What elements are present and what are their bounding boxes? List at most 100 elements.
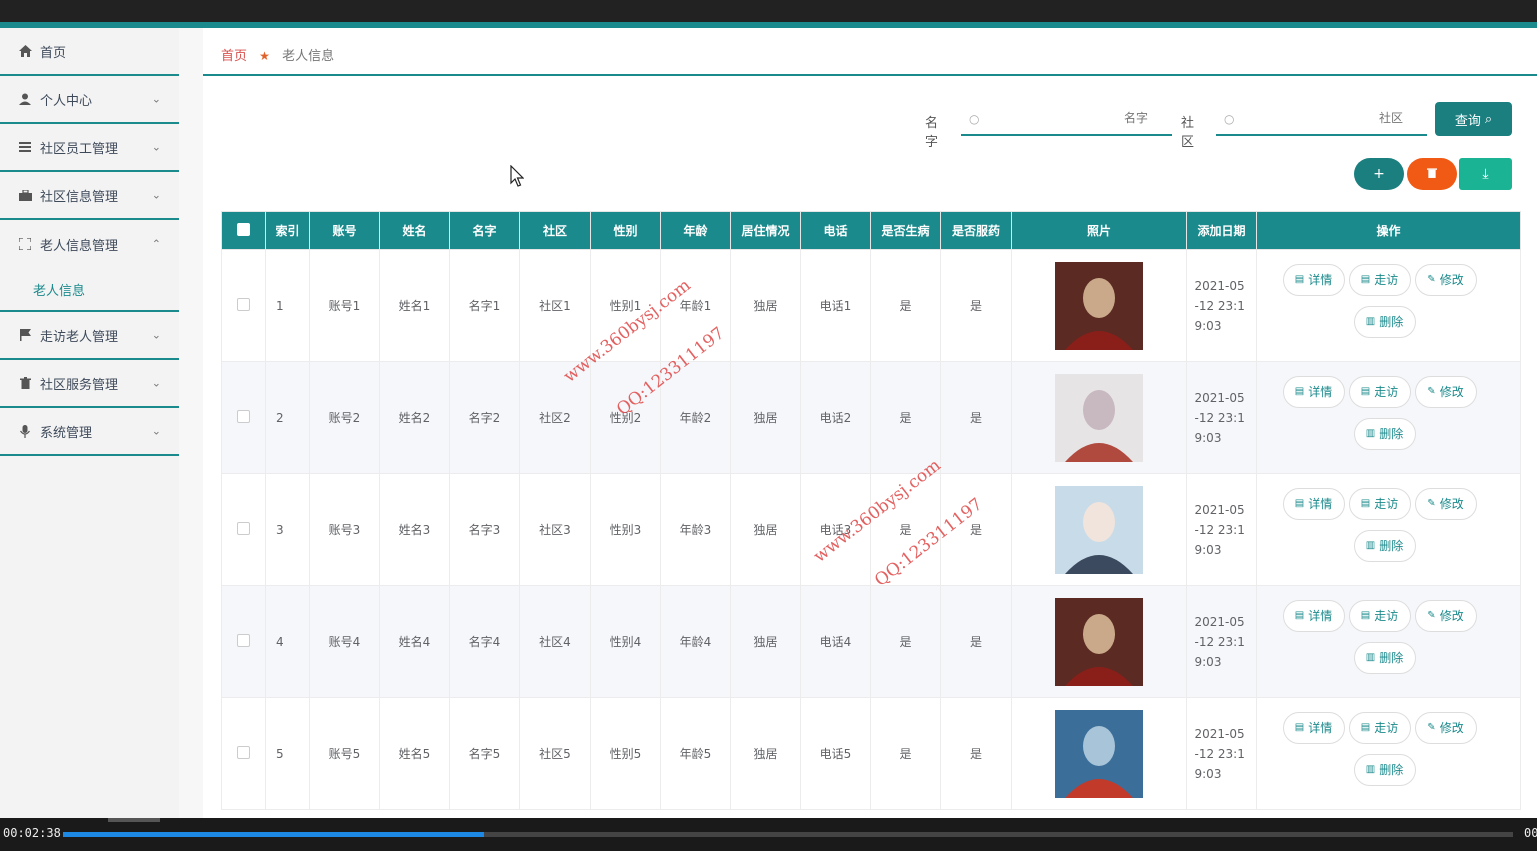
detail-button[interactable]: ▤ 详情 — [1282, 263, 1345, 296]
row-select-cell[interactable] — [221, 361, 266, 474]
table-cell: 3 — [265, 473, 310, 586]
sidebar-item-service-management[interactable]: 社区服务管理 ⌄ — [0, 360, 179, 408]
edit-button[interactable]: ✎ 修改 — [1414, 711, 1477, 744]
breadcrumb-home-link[interactable]: 首页 — [221, 49, 247, 64]
progress-track[interactable] — [63, 832, 1513, 837]
name-search-field[interactable]: ○ — [961, 106, 1172, 136]
detail-button[interactable]: ▤ 详情 — [1282, 711, 1345, 744]
sidebar-item-label: 个人中心 — [40, 93, 93, 109]
row-checkbox[interactable] — [237, 633, 250, 647]
table-cell: 账号5 — [309, 697, 380, 810]
visit-button[interactable]: ▤ 走访 — [1348, 263, 1411, 296]
elder-photo — [1055, 485, 1143, 574]
row-select-cell[interactable] — [221, 585, 266, 698]
elder-photo — [1055, 709, 1143, 798]
content-gutter — [179, 28, 203, 818]
document-icon: ▤ — [1360, 274, 1371, 285]
edit-button[interactable]: ✎ 修改 — [1414, 599, 1477, 632]
batch-delete-button[interactable] — [1407, 158, 1457, 190]
sidebar-item-label: 社区信息管理 — [40, 189, 119, 205]
delete-button[interactable]: ▥ 删除 — [1353, 305, 1416, 338]
sidebar-item-personal-center[interactable]: 个人中心 ⌄ — [0, 76, 179, 124]
sidebar-item-elder-info[interactable]: 老人信息管理 ⌃ — [0, 220, 179, 268]
sidebar-item-community-info[interactable]: 社区信息管理 ⌄ — [0, 172, 179, 220]
add-button[interactable]: + — [1354, 158, 1404, 190]
detail-button[interactable]: ▤ 详情 — [1282, 375, 1345, 408]
date-cell: 2021-05-12 23:19:03 — [1186, 473, 1257, 586]
column-header: 居住情况 — [730, 211, 801, 250]
row-select-cell[interactable] — [221, 697, 266, 810]
visit-button[interactable]: ▤ 走访 — [1348, 711, 1411, 744]
search-icon: ⌕ — [1484, 111, 1493, 127]
table-row: 1 账号1 姓名1 名字1 社区1 性别1 年龄1 独居 电话1 是是 2021-05-12 23:… — [221, 249, 1521, 362]
table-cell: 独居 — [730, 361, 801, 474]
community-search-input[interactable] — [1301, 110, 1405, 126]
name-search-input[interactable] — [1046, 110, 1150, 126]
row-checkbox[interactable] — [237, 521, 250, 535]
date-cell: 2021-05-12 23:19:03 — [1186, 697, 1257, 810]
select-all-cell[interactable] — [221, 211, 266, 250]
table-cell: 是 — [940, 585, 1012, 698]
document-icon: ▤ — [1294, 274, 1305, 285]
row-select-cell[interactable] — [221, 473, 266, 586]
table-cell: 1 — [265, 249, 310, 362]
delete-button-label: 删除 — [1379, 427, 1404, 441]
elder-photo — [1055, 373, 1143, 462]
photo-cell — [1011, 585, 1187, 698]
edit-button[interactable]: ✎ 修改 — [1414, 375, 1477, 408]
visit-button[interactable]: ▤ 走访 — [1348, 487, 1411, 520]
breadcrumb-current: 老人信息 — [282, 49, 335, 64]
sidebar-item-system-management[interactable]: 系统管理 ⌄ — [0, 408, 179, 456]
delete-button[interactable]: ▥ 删除 — [1353, 417, 1416, 450]
row-checkbox[interactable] — [237, 745, 250, 759]
visit-button[interactable]: ▤ 走访 — [1348, 375, 1411, 408]
table-cell: 账号1 — [309, 249, 380, 362]
query-button[interactable]: 查询 ⌕ — [1435, 102, 1512, 136]
sidebar-item-visit-management[interactable]: 走访老人管理 ⌄ — [0, 312, 179, 360]
edit-button[interactable]: ✎ 修改 — [1414, 263, 1477, 296]
sidebar-item-staff-management[interactable]: 社区员工管理 ⌄ — [0, 124, 179, 172]
table-cell: 姓名1 — [379, 249, 450, 362]
row-checkbox[interactable] — [237, 409, 250, 423]
community-search-field[interactable]: ○ — [1216, 106, 1427, 136]
photo-cell — [1011, 249, 1187, 362]
end-time: 00 — [1524, 826, 1537, 840]
table-row: 4 账号4 姓名4 名字4 社区4 性别4 年龄4 独居 电话4 是是 2021-05-12 23:… — [221, 585, 1521, 698]
export-button[interactable]: ⤓ — [1459, 158, 1512, 190]
column-header: 电话 — [800, 211, 871, 250]
sidebar-item-home[interactable]: 首页 — [0, 28, 179, 76]
elder-photo — [1055, 597, 1143, 686]
table-cell: 年龄4 — [660, 585, 731, 698]
table-cell: 4 — [265, 585, 310, 698]
table-header-row: 索引 账号 姓名 名字 社区 性别 年龄 居住情况 电话 是否生病 是否服药 照… — [221, 211, 1521, 250]
column-header: 社区 — [519, 211, 591, 250]
edit-button[interactable]: ✎ 修改 — [1414, 487, 1477, 520]
flag-icon — [18, 328, 32, 342]
sidebar-subitem-elder-info[interactable]: 老人信息 — [0, 268, 179, 312]
row-checkbox[interactable] — [237, 297, 250, 311]
select-all-checkbox[interactable] — [237, 222, 250, 236]
chevron-down-icon: ⌄ — [151, 328, 161, 342]
delete-button[interactable]: ▥ 删除 — [1353, 529, 1416, 562]
table-cell: 5 — [265, 697, 310, 810]
document-icon: ▤ — [1294, 386, 1305, 397]
row-select-cell[interactable] — [221, 249, 266, 362]
chevron-down-icon: ⌄ — [151, 188, 161, 202]
delete-button[interactable]: ▥ 删除 — [1353, 753, 1416, 786]
table-cell: 社区4 — [519, 585, 591, 698]
visit-button[interactable]: ▤ 走访 — [1348, 599, 1411, 632]
scrollbar-thumb[interactable] — [108, 818, 160, 822]
star-icon: ★ — [259, 49, 270, 63]
sidebar-item-label: 首页 — [40, 45, 67, 61]
table-cell: 性别3 — [590, 473, 661, 586]
plus-icon: + — [1373, 166, 1385, 182]
detail-button[interactable]: ▤ 详情 — [1282, 487, 1345, 520]
detail-button-label: 详情 — [1308, 273, 1333, 287]
ops-cell: ▤ 详情 ▤ 走访 ✎ 修改 ▥ 删除 — [1256, 249, 1521, 362]
delete-button[interactable]: ▥ 删除 — [1353, 641, 1416, 674]
trash-icon: ▥ — [1365, 428, 1376, 439]
breadcrumb: 首页 ★ 老人信息 — [221, 45, 334, 64]
detail-button[interactable]: ▤ 详情 — [1282, 599, 1345, 632]
sidebar-item-label: 社区员工管理 — [40, 141, 119, 157]
edit-button-label: 修改 — [1439, 273, 1464, 287]
